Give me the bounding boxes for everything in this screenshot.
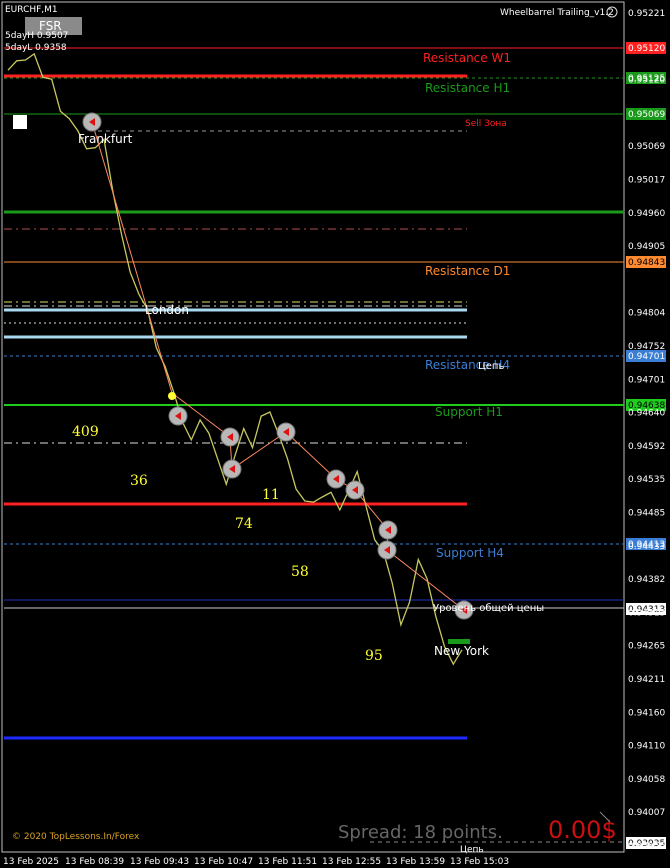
y-tick-label: 0.94752 — [628, 342, 665, 352]
five-day-low: 5dayL 0.9358 — [5, 43, 67, 53]
session-frankfurt: Frankfurt — [78, 132, 133, 146]
five-day-high: 5dayH 0.9507 — [5, 31, 68, 41]
x-tick-1: 13 Feb 08:39 — [65, 857, 124, 867]
tag-sell: 0.95069 — [628, 110, 665, 120]
x-tick-4: 13 Feb 11:51 — [258, 857, 317, 867]
y-tick-label: 0.94592 — [628, 442, 665, 452]
y-tick-label: 0.94382 — [628, 575, 665, 585]
y-tick-label: 0.94960 — [628, 209, 665, 219]
y-tick-label: 0.94110 — [628, 742, 665, 752]
profit-text: 0.00$ — [548, 816, 617, 844]
y-tick-label: 0.94265 — [628, 642, 665, 652]
y-tick-label: 0.95120 — [628, 76, 665, 86]
x-tick-6: 13 Feb 13:59 — [386, 857, 445, 867]
resistance-w1-label: Resistance W1 — [423, 51, 511, 65]
y-tick-label: 0.95069 — [628, 142, 665, 152]
y-tick-label: 0.94485 — [628, 509, 665, 519]
count-11: 11 — [262, 487, 280, 503]
resistance-d1-label: Resistance D1 — [425, 264, 510, 278]
indicator-name: Wheelbarrel Trailing_v1.2 — [500, 8, 614, 18]
support-h1-label: Support H1 — [435, 405, 503, 419]
y-tick-label: 0.94211 — [628, 675, 665, 685]
x-tick-2: 13 Feb 09:43 — [130, 857, 189, 867]
count-74: 74 — [235, 516, 253, 532]
count-95: 95 — [365, 648, 383, 664]
session-london: London — [145, 303, 189, 317]
x-tick-0: 13 Feb 2025 — [3, 857, 59, 867]
tag-w1: 0.95120 — [628, 44, 665, 54]
tag-h4: 0.94701 — [628, 352, 665, 362]
y-tick-label: 0.94160 — [628, 708, 665, 718]
count-58: 58 — [291, 564, 309, 580]
price-label-bottom: Цепь — [460, 845, 484, 855]
price-chart[interactable]: Resistance W1 Resistance H1 Sell Зона Re… — [0, 0, 670, 868]
tag-d1: 0.94843 — [628, 258, 665, 268]
y-tick-label: 0.94058 — [628, 775, 665, 785]
chart-symbol: EURCHF,M1 — [5, 5, 58, 15]
y-tick-label: 0.94905 — [628, 242, 665, 252]
price-label-top: Цепь — [478, 361, 504, 372]
x-tick-3: 13 Feb 10:47 — [194, 857, 253, 867]
count-36: 36 — [130, 473, 148, 489]
current-level-label: Уровень общей цены — [433, 603, 544, 614]
session-new-york: New York — [434, 644, 489, 658]
y-tick-label: 0.94640 — [628, 409, 665, 419]
spread-text: Spread: 18 points. — [338, 822, 503, 843]
y-tick-label: 0.94313 — [628, 608, 665, 618]
y-tick-label: 0.94535 — [628, 475, 665, 485]
star-icon — [168, 392, 176, 400]
y-tick-label: 0.94804 — [628, 309, 665, 319]
x-tick-5: 13 Feb 12:55 — [322, 857, 381, 867]
copyright-text: © 2020 TopLessons.In/Forex — [12, 832, 140, 842]
resistance-h1-label: Resistance H1 — [425, 81, 510, 95]
y-tick-label: 0.94701 — [628, 375, 665, 385]
white-square-marker — [13, 115, 27, 129]
y-tick-label: 0.95221 — [628, 9, 665, 19]
support-h4-label: Support H4 — [436, 546, 504, 560]
y-tick-label: 0.94007 — [628, 808, 665, 818]
y-tick-label: 0.95017 — [628, 176, 665, 186]
sell-zone-label: Sell Зона — [465, 119, 507, 129]
x-tick-7: 13 Feb 15:03 — [450, 857, 509, 867]
y-tick-label: 0.93956 — [628, 842, 665, 852]
y-tick-label: 0.94433 — [628, 542, 665, 552]
count-409: 409 — [72, 424, 99, 440]
